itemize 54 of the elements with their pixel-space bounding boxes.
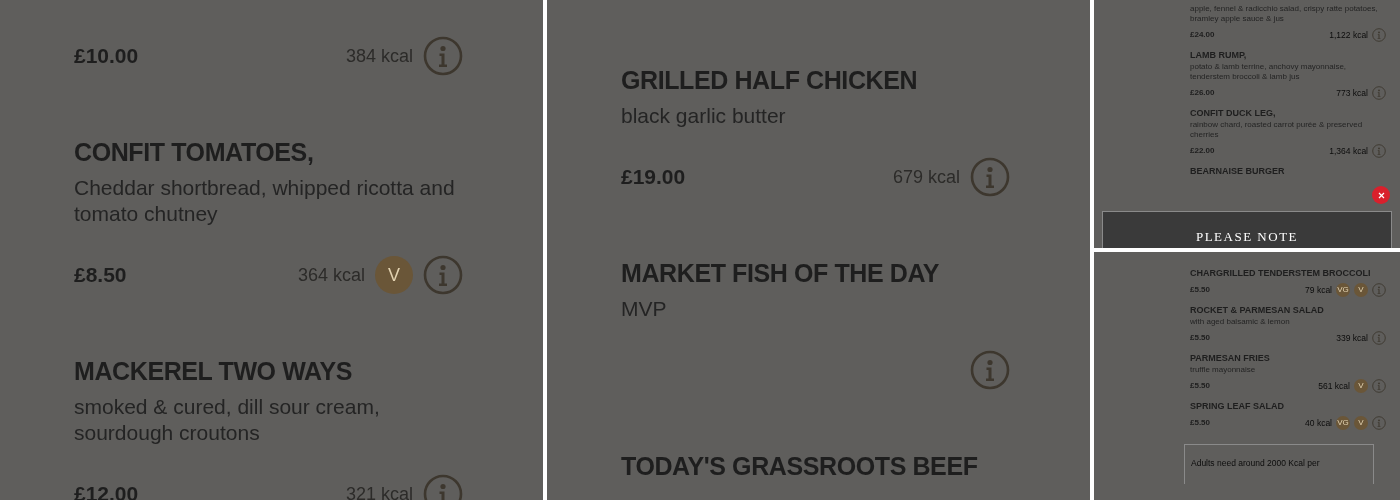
dish-name: PARMESAN FRIES — [1190, 353, 1271, 364]
calories: 339 kcal — [1336, 332, 1368, 343]
info-icon[interactable] — [423, 255, 463, 295]
close-button[interactable] — [1372, 186, 1390, 204]
dish-name: MACKEREL TWO WAYS — [74, 356, 353, 386]
dialog-title: PLEASE NOTE — [1195, 229, 1299, 245]
price: £5.50 — [1190, 285, 1211, 294]
dish-name: ROCKET & PARMESAN SALAD — [1190, 305, 1325, 316]
price: £26.00 — [1190, 88, 1215, 97]
calories: 40 kcal — [1305, 417, 1332, 428]
dish-name: CHARGRILLED TENDERSTEM BROCCOLI — [1190, 268, 1372, 279]
calories: 561 kcal — [1318, 380, 1350, 391]
price: £5.50 — [1190, 381, 1211, 390]
calories: 79 kcal — [1305, 284, 1332, 295]
dish-name: CONFIT TOMATOES, — [74, 137, 315, 167]
calorie-note: Adults need around 2000 Kcal per — [1191, 458, 1320, 468]
diet-badge: VG — [1336, 282, 1350, 297]
info-icon[interactable] — [970, 157, 1010, 197]
price: £24.00 — [1190, 30, 1215, 39]
info-icon[interactable] — [423, 36, 463, 76]
dish-description: smoked & cured, dill sour cream, sourdough croutons — [74, 394, 381, 446]
info-icon[interactable] — [1372, 378, 1386, 393]
info-icon[interactable] — [1372, 330, 1386, 345]
diet-badge: VG — [1336, 415, 1350, 430]
dish-description: black garlic butter — [621, 103, 787, 129]
dish-name: TODAY'S GRASSROOTS BEEF — [621, 451, 979, 481]
dish-name: GRILLED HALF CHICKEN — [621, 65, 919, 95]
dish-name: MARKET FISH OF THE DAY — [621, 258, 941, 288]
dish-description: Cheddar shortbread, whipped ricotta and tomato chutney — [74, 175, 456, 227]
info-icon[interactable] — [1372, 143, 1386, 158]
dish-name: LAMB RUMP, — [1190, 50, 1248, 61]
price: £8.50 — [74, 263, 127, 287]
info-icon[interactable] — [1372, 85, 1386, 100]
dish-name: BEARNAISE BURGER — [1190, 166, 1286, 177]
dish-name: CONFIT DUCK LEG, — [1190, 108, 1277, 119]
info-icon[interactable] — [970, 350, 1010, 390]
price: £22.00 — [1190, 146, 1215, 155]
dish-name: SPRING LEAF SALAD — [1190, 401, 1285, 412]
diet-badge: V — [1354, 415, 1368, 430]
diet-badge: V — [1354, 378, 1368, 393]
price: £5.50 — [1190, 418, 1211, 427]
calories: 1,364 kcal — [1329, 145, 1368, 156]
price: £10.00 — [74, 44, 139, 68]
calories: 1,122 kcal — [1329, 29, 1368, 40]
dish-description: MVP — [621, 296, 668, 322]
info-icon[interactable] — [1372, 415, 1386, 430]
price: £19.00 — [621, 165, 686, 189]
price: £5.50 — [1190, 333, 1211, 342]
diet-badge: V — [1354, 282, 1368, 297]
info-icon[interactable] — [1372, 282, 1386, 297]
close-icon — [1377, 191, 1385, 199]
diet-badge: V — [375, 256, 413, 294]
calories: 773 kcal — [1336, 87, 1368, 98]
info-icon[interactable] — [1372, 27, 1386, 42]
